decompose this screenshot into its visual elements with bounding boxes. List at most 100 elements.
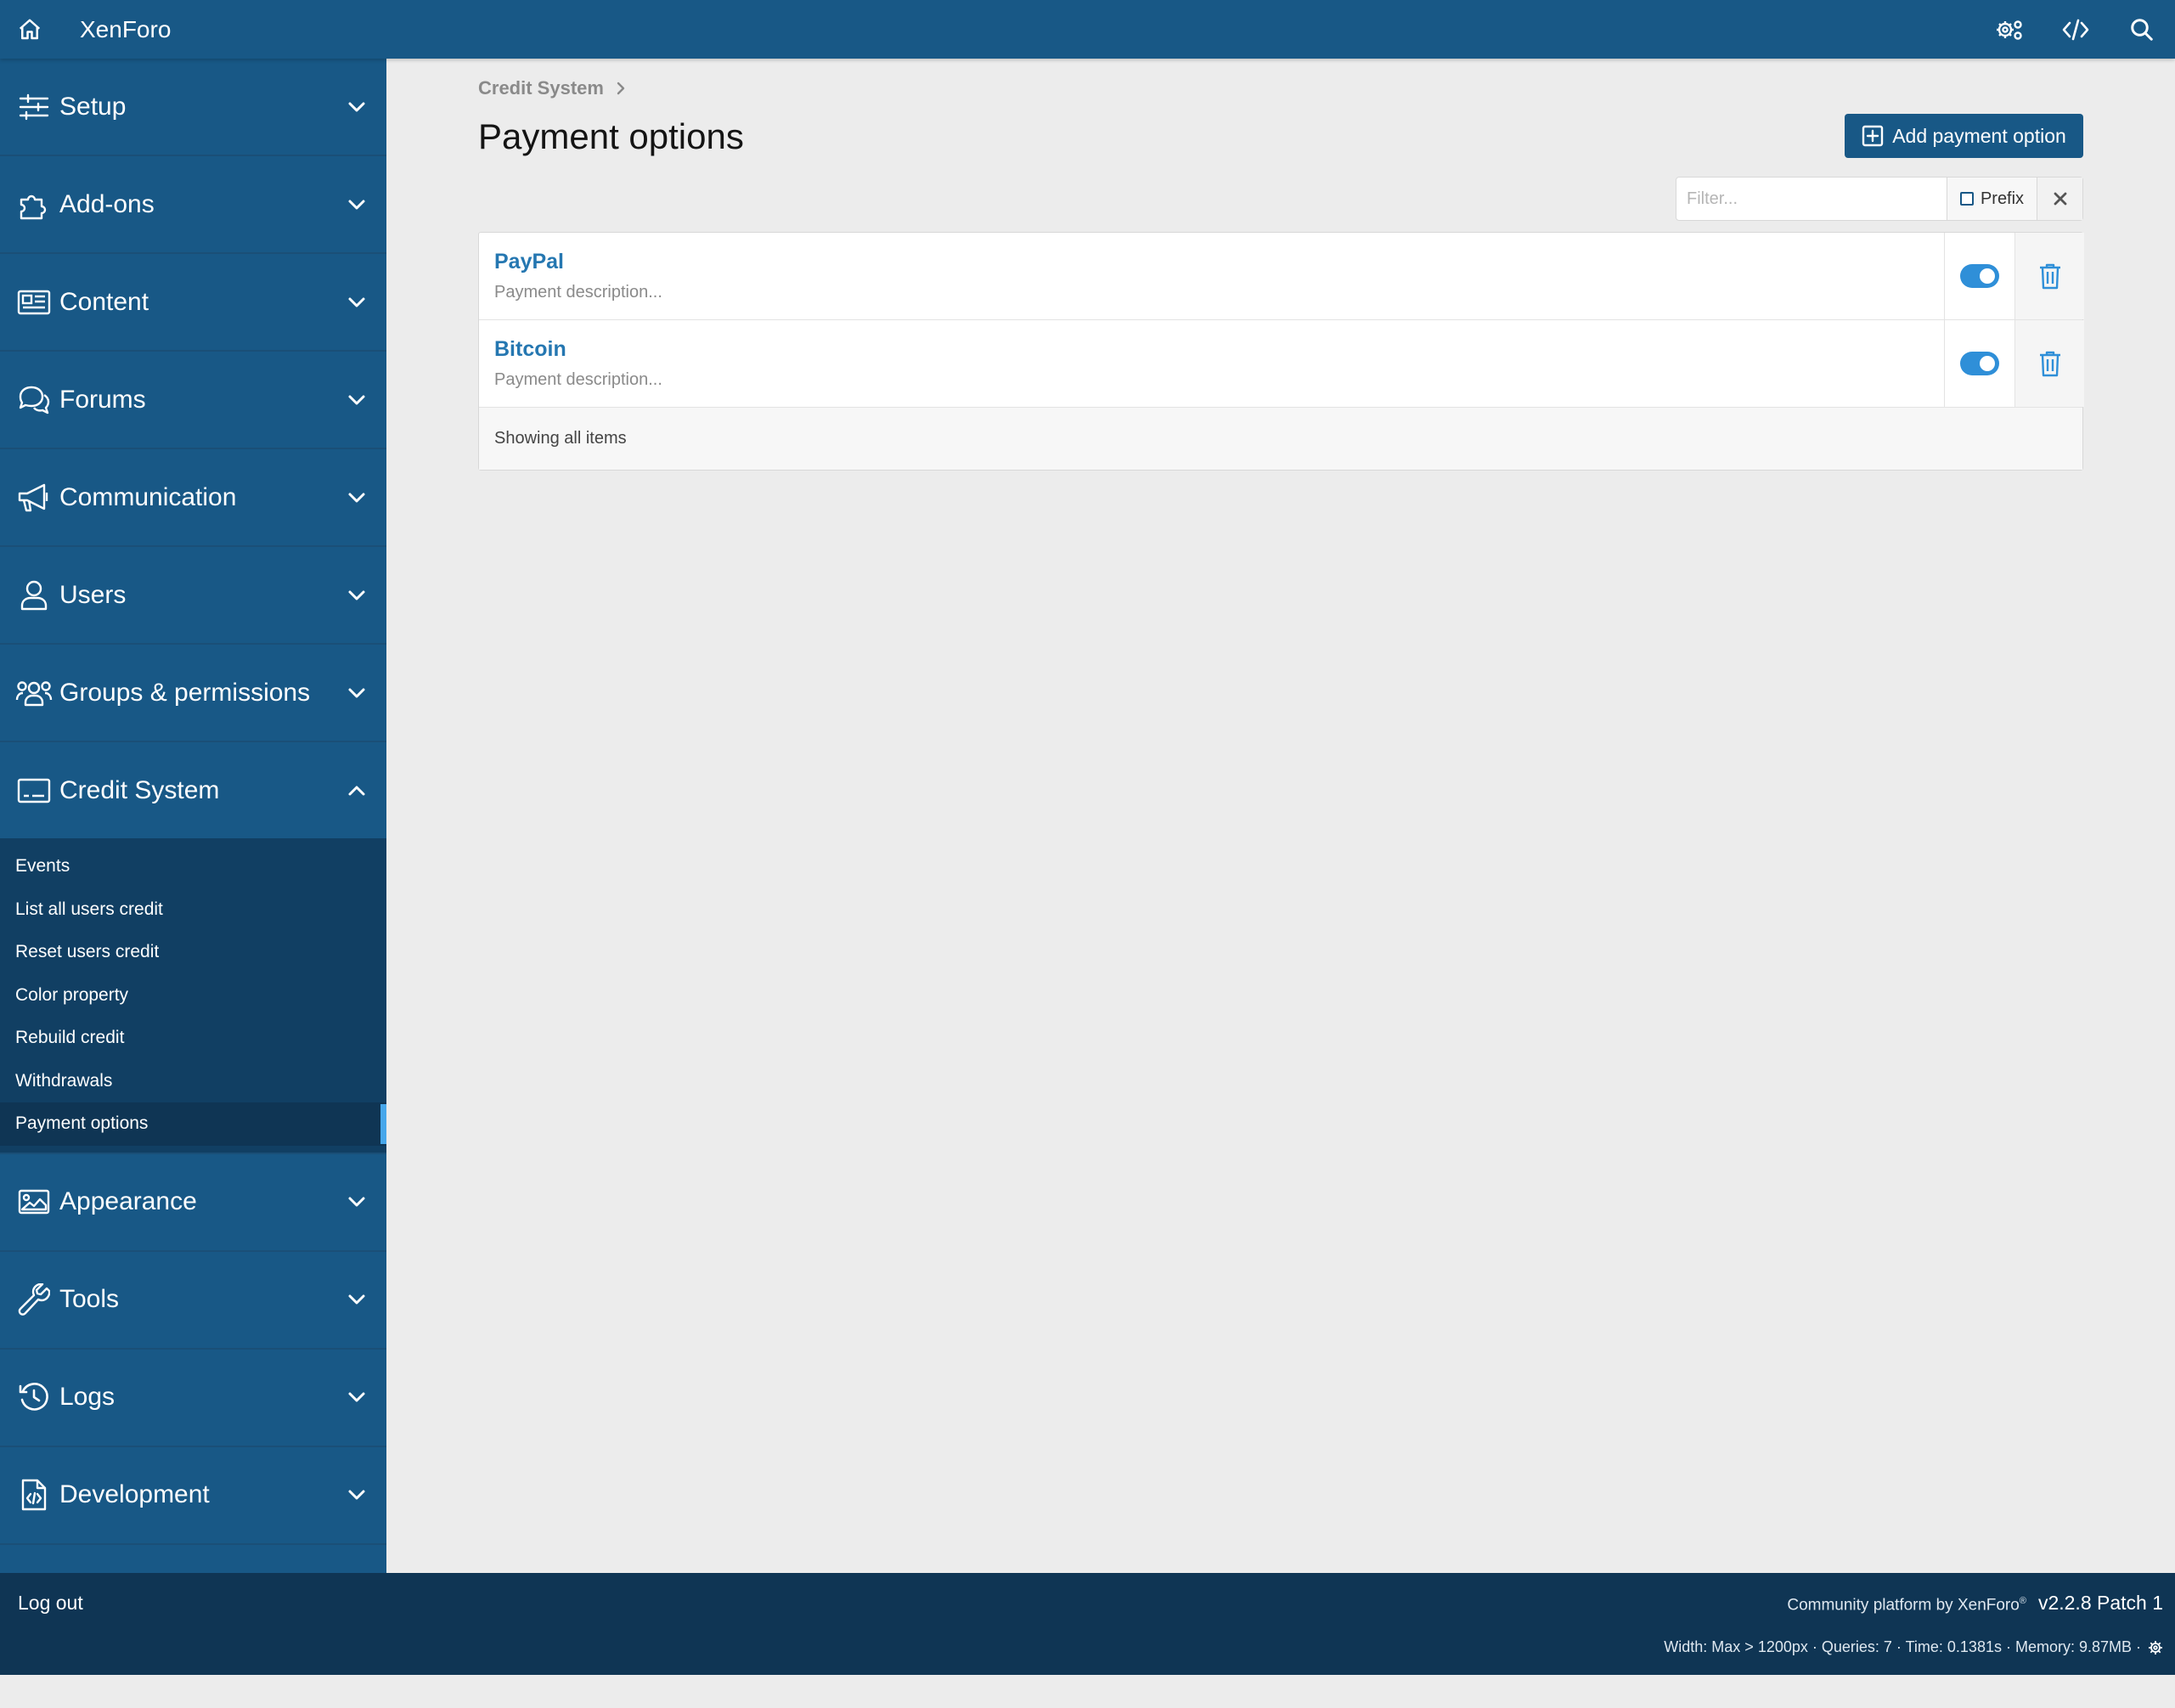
toggle-cell: [1944, 233, 2014, 319]
xenforo-credit-link[interactable]: Community platform by XenForo®: [1787, 1596, 2026, 1615]
clear-filter-button[interactable]: [2037, 178, 2082, 220]
nav-section-users: Users: [0, 547, 386, 645]
sidebar-item-reset-users-credit[interactable]: Reset users credit: [0, 931, 386, 974]
code-icon: [2062, 18, 2089, 42]
options-button[interactable]: [1976, 0, 2043, 59]
sidebar-item-payment-options[interactable]: Payment options: [0, 1102, 386, 1146]
nav-section-forums: Forums: [0, 352, 386, 449]
delete-button[interactable]: [2014, 233, 2084, 319]
nav-section-development: Development: [0, 1447, 386, 1545]
settings-icon: [1995, 17, 2024, 42]
chevron-down-icon: [344, 485, 369, 510]
nav-section-development-header[interactable]: Development: [0, 1447, 386, 1543]
nav-section-label: Logs: [59, 1383, 116, 1411]
nav-section-credit-system: Credit System Events List all users cred…: [0, 742, 386, 1154]
nav-section-logs-header[interactable]: Logs: [0, 1350, 386, 1446]
logout-link[interactable]: Log out: [18, 1592, 83, 1615]
home-button[interactable]: [0, 0, 59, 59]
sidebar-item-color-property[interactable]: Color property: [0, 974, 386, 1017]
nav-section-label: Groups & permissions: [59, 678, 311, 707]
payment-option-title[interactable]: PayPal: [494, 250, 662, 274]
nav-section-content-header[interactable]: Content: [0, 254, 386, 350]
nav-section-label: Users: [59, 580, 127, 609]
page-footer: Log out Community platform by XenForo® v…: [0, 1573, 2175, 1675]
page-title: Payment options: [478, 116, 744, 156]
cog-icon[interactable]: [2148, 1640, 2163, 1655]
filter-bar: Prefix: [1676, 177, 2083, 221]
page-bottom-strip: [0, 1675, 2175, 1708]
chevron-down-icon: [344, 583, 369, 608]
admin-sidebar: Setup Add-ons Content Forums Communicati…: [0, 59, 386, 1573]
nav-section-users-header[interactable]: Users: [0, 547, 386, 643]
nav-section-content: Content: [0, 254, 386, 352]
nav-section-add-ons-header[interactable]: Add-ons: [0, 156, 386, 252]
image-icon: [15, 1183, 53, 1220]
keyboard-icon: [15, 772, 53, 809]
registered-mark: ®: [2019, 1595, 2026, 1606]
breadcrumb-credit-system[interactable]: Credit System: [478, 77, 604, 99]
enable-toggle[interactable]: [1959, 352, 1999, 375]
search-button[interactable]: [2109, 0, 2175, 59]
sidebar-item-list-all-users-credit[interactable]: List all users credit: [0, 888, 386, 932]
sidebar-item-rebuild-credit[interactable]: Rebuild credit: [0, 1017, 386, 1060]
wrench-icon: [15, 1281, 53, 1318]
enable-toggle[interactable]: [1959, 264, 1999, 288]
credit-text: Community platform by XenForo: [1787, 1596, 2020, 1614]
add-payment-option-button[interactable]: Add payment option: [1845, 114, 2083, 158]
code-file-icon: [15, 1476, 53, 1514]
nav-section-communication-header[interactable]: Communication: [0, 449, 386, 545]
chevron-down-icon: [344, 1287, 369, 1312]
toggle-cell: [1944, 320, 2014, 407]
sliders-icon: [15, 88, 53, 126]
nav-section-tools-header[interactable]: Tools: [0, 1252, 386, 1348]
main-content: Credit System Payment options Add paymen…: [386, 59, 2175, 1573]
nav-section-setup-header[interactable]: Setup: [0, 59, 386, 155]
nav-section-label: Development: [59, 1480, 210, 1508]
chevron-down-icon: [344, 1384, 369, 1410]
payment-option-description: Payment description...: [494, 370, 662, 389]
list-item-main[interactable]: PayPal Payment description...: [494, 250, 662, 302]
sidebar-item-events[interactable]: Events: [0, 845, 386, 888]
credit-system-submenu: Events List all users credit Reset users…: [0, 838, 386, 1153]
list-item: PayPal Payment description...: [479, 233, 2084, 320]
nav-section-label: Forums: [59, 385, 146, 414]
puzzle-icon: [15, 186, 53, 223]
newspaper-icon: [15, 284, 53, 321]
chevron-down-icon: [344, 680, 369, 706]
nav-section-credit-system-header[interactable]: Credit System: [0, 742, 386, 838]
checkbox-icon: [1959, 192, 1974, 206]
developer-button[interactable]: [2043, 0, 2109, 59]
nav-section-label: Add-ons: [59, 189, 155, 218]
top-navigation-bar: XenForo: [0, 0, 2175, 59]
nav-section-appearance-header[interactable]: Appearance: [0, 1154, 386, 1250]
nav-section-communication: Communication: [0, 449, 386, 547]
list-item-main[interactable]: Bitcoin Payment description...: [494, 337, 662, 390]
megaphone-icon: [15, 479, 53, 516]
filter-input[interactable]: [1676, 178, 1947, 220]
list-item: Bitcoin Payment description...: [479, 320, 2084, 408]
chevron-right-icon: [616, 81, 626, 96]
sidebar-item-withdrawals[interactable]: Withdrawals: [0, 1060, 386, 1103]
nav-section-label: Tools: [59, 1285, 120, 1313]
chevron-down-icon: [344, 192, 369, 217]
nav-section-setup: Setup: [0, 59, 386, 156]
chevron-down-icon: [344, 290, 369, 315]
user-icon: [15, 577, 53, 614]
nav-section-label: Communication: [59, 482, 237, 511]
chevron-up-icon: [344, 778, 369, 803]
footer-info: Community platform by XenForo® v2.2.8 Pa…: [1664, 1592, 2163, 1656]
version-label: v2.2.8 Patch 1: [2037, 1592, 2163, 1614]
nav-section-groups-permissions: Groups & permissions: [0, 645, 386, 742]
payment-option-title[interactable]: Bitcoin: [494, 337, 662, 362]
brand-name[interactable]: XenForo: [80, 16, 171, 43]
comments-icon: [15, 381, 53, 419]
debug-text: Width: Max > 1200px · Queries: 7 · Time:…: [1664, 1638, 2141, 1655]
nav-section-groups-permissions-header[interactable]: Groups & permissions: [0, 645, 386, 741]
nav-section-label: Content: [59, 287, 149, 316]
debug-info: Width: Max > 1200px · Queries: 7 · Time:…: [1664, 1638, 2163, 1656]
nav-section-forums-header[interactable]: Forums: [0, 352, 386, 448]
prefix-checkbox[interactable]: Prefix: [1947, 178, 2037, 220]
footer-credit: Community platform by XenForo® v2.2.8 Pa…: [1664, 1592, 2163, 1615]
payment-options-list: PayPal Payment description... Bitcoin Pa…: [478, 232, 2084, 471]
delete-button[interactable]: [2014, 320, 2084, 407]
